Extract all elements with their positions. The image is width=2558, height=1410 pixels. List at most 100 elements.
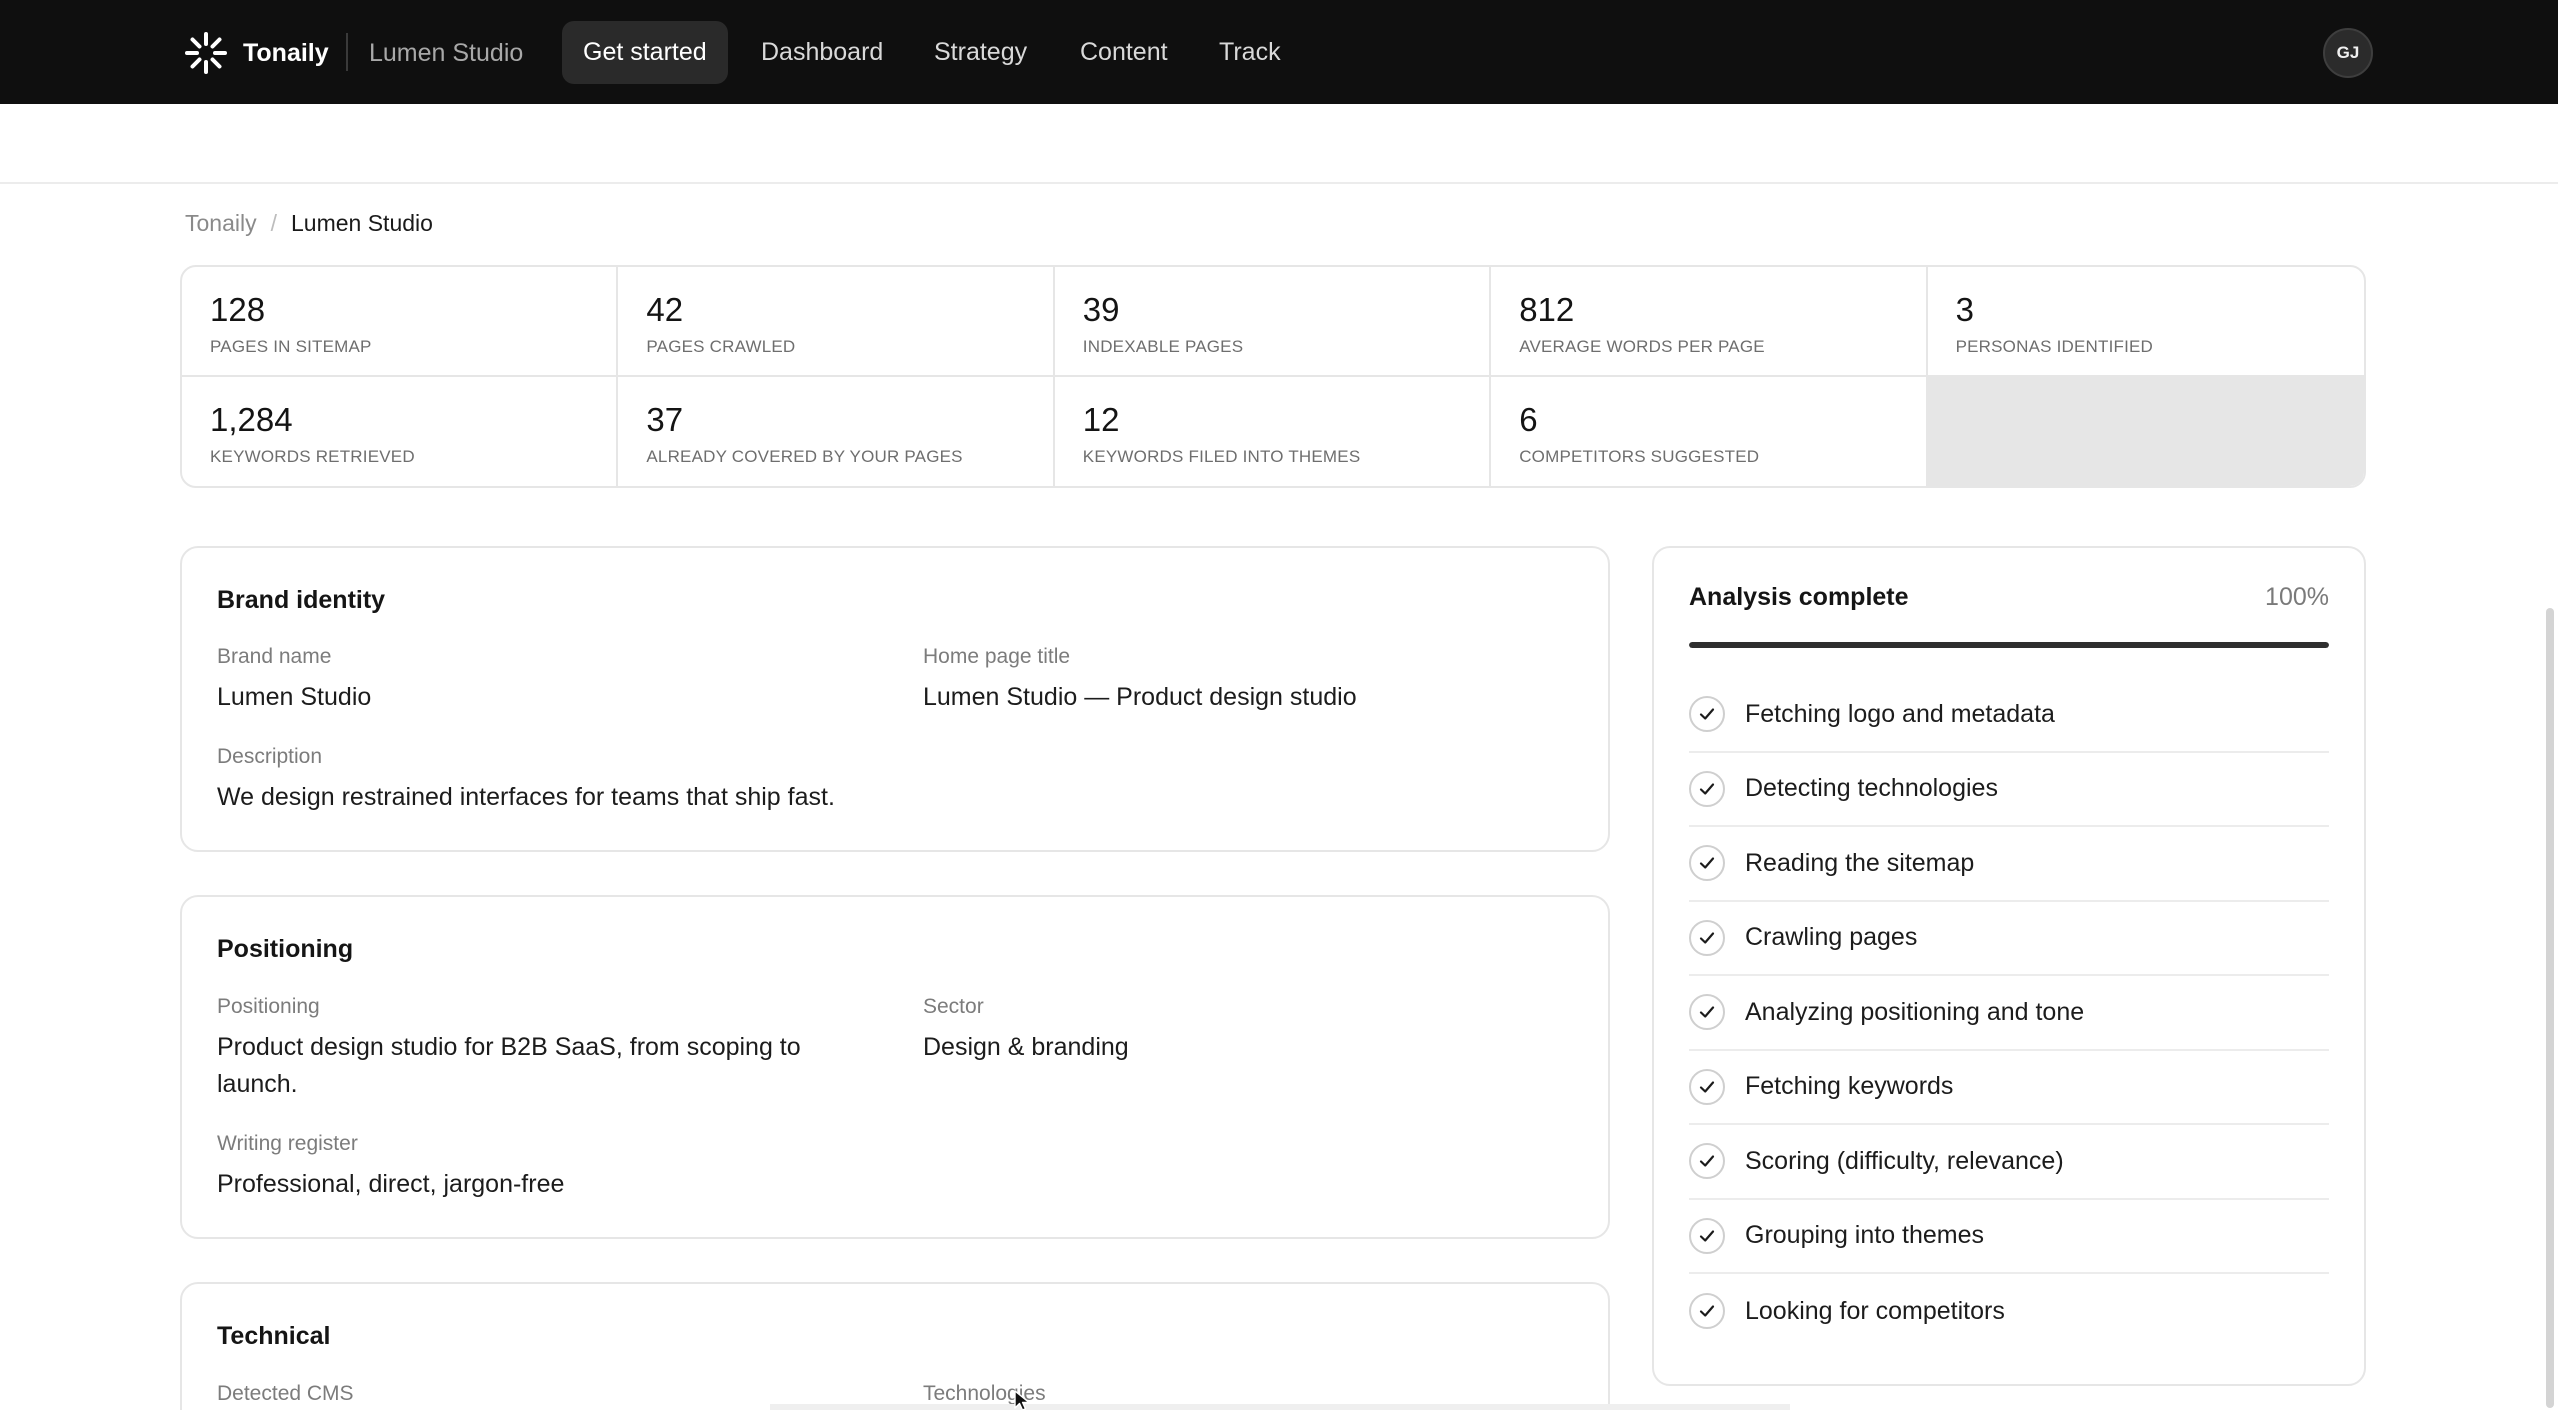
- nav-dashboard[interactable]: Dashboard: [740, 21, 904, 84]
- analysis-title: Analysis complete: [1689, 583, 1909, 611]
- list-item: Grouping into themes: [1689, 1200, 2329, 1274]
- stat-value: 12: [1082, 400, 1120, 438]
- list-item: Detecting technologies: [1689, 753, 2329, 827]
- check-icon: [1689, 770, 1725, 807]
- stat-keywords-into-themes: 12 KEYWORDS FILED INTO THEMES: [1055, 376, 1492, 486]
- sub-header-bar: [0, 104, 2558, 184]
- list-item: Fetching keywords: [1689, 1051, 2329, 1125]
- stat-value: 812: [1519, 291, 1575, 328]
- stat-value: 1,284: [210, 400, 293, 438]
- stat-personas-identified: 3 PERSONAS IDENTIFIED: [1927, 267, 2364, 377]
- card-title: Technical: [217, 1322, 331, 1350]
- stat-keywords-retrieved: 1,284 KEYWORDS RETRIEVED: [182, 376, 619, 486]
- stat-label: AVERAGE WORDS PER PAGE: [1519, 337, 1765, 356]
- stat-label: PERSONAS IDENTIFIED: [1955, 337, 2154, 356]
- step-label: Crawling pages: [1745, 923, 1918, 952]
- stat-value: 37: [646, 400, 684, 438]
- stat-label: INDEXABLE PAGES: [1082, 337, 1244, 356]
- sparkle-logo-icon[interactable]: [184, 31, 228, 75]
- stat-pages-crawled: 42 PAGES CRAWLED: [618, 267, 1055, 377]
- step-label: Looking for competitors: [1745, 1296, 2005, 1325]
- field-label: Home page title: [923, 645, 1071, 668]
- progress-bar: [1689, 642, 2329, 648]
- check-icon: [1689, 696, 1725, 733]
- project-switcher[interactable]: Lumen Studio: [369, 33, 523, 73]
- list-item: Analyzing positioning and tone: [1689, 976, 2329, 1051]
- writing-register-value: Professional, direct, jargon-free: [217, 1170, 565, 1198]
- positioning-value-line: Product design studio for B2B SaaS, from…: [217, 1033, 801, 1061]
- step-label: Fetching keywords: [1745, 1072, 1954, 1101]
- mouse-pointer-icon: [1014, 1390, 1030, 1410]
- breadcrumb: Tonaily / Lumen Studio: [185, 207, 433, 239]
- stat-label: PAGES CRAWLED: [646, 337, 796, 356]
- progress-bar-fill: [1689, 642, 2329, 648]
- stat-value: 128: [210, 291, 266, 328]
- field-label: Description: [217, 745, 323, 768]
- field-label: Sector: [923, 995, 984, 1018]
- positioning-card: Positioning Positioning Product design s…: [180, 895, 1610, 1239]
- analysis-progress-card: Analysis complete 100% Fetching logo and…: [1652, 546, 2366, 1386]
- stat-indexable-pages: 39 INDEXABLE PAGES: [1054, 267, 1492, 377]
- check-icon: [1689, 1217, 1725, 1254]
- breadcrumb-parent[interactable]: Tonaily: [185, 210, 257, 236]
- nav-track[interactable]: Track: [1198, 21, 1302, 84]
- analysis-percent: 100%: [2265, 583, 2329, 611]
- analysis-steps-list: Fetching logo and metadata Detecting tec…: [1689, 678, 2329, 1349]
- description-value: We design restrained interfaces for team…: [217, 783, 835, 811]
- stat-label: COMPETITORS SUGGESTED: [1519, 446, 1760, 466]
- field-label: Positioning: [217, 995, 320, 1018]
- positioning-value-line: launch.: [217, 1070, 298, 1098]
- list-item: Looking for competitors: [1689, 1274, 2329, 1349]
- stat-competitors-suggested: 6 COMPETITORS SUGGESTED: [1491, 376, 1928, 486]
- brand-identity-card: Brand identity Brand name Lumen Studio H…: [180, 546, 1610, 852]
- check-icon: [1689, 919, 1725, 956]
- step-label: Fetching logo and metadata: [1745, 699, 2055, 728]
- stat-value: 39: [1082, 291, 1120, 328]
- list-item: Crawling pages: [1689, 902, 2329, 976]
- bottom-toast-edge: [770, 1404, 1790, 1410]
- top-navigation-bar: Tonaily Lumen Studio Get started Dashboa…: [0, 0, 2558, 104]
- user-avatar[interactable]: GJ: [2323, 28, 2373, 78]
- brand-name-value: Lumen Studio: [217, 683, 372, 711]
- stat-average-words: 812 AVERAGE WORDS PER PAGE: [1491, 267, 1928, 377]
- check-icon: [1689, 1293, 1725, 1330]
- stat-value: 3: [1955, 291, 1974, 328]
- sector-value: Design & branding: [923, 1033, 1129, 1061]
- stat-label: KEYWORDS FILED INTO THEMES: [1082, 446, 1361, 466]
- stat-already-covered: 37 ALREADY COVERED BY YOUR PAGES: [618, 376, 1055, 486]
- nav-get-started[interactable]: Get started: [562, 21, 728, 84]
- step-label: Analyzing positioning and tone: [1745, 997, 2085, 1026]
- field-label: Writing register: [217, 1132, 358, 1155]
- nav-content[interactable]: Content: [1059, 21, 1189, 84]
- step-label: Scoring (difficulty, relevance): [1745, 1146, 2064, 1175]
- list-item: Fetching logo and metadata: [1689, 678, 2329, 753]
- check-icon: [1689, 1143, 1725, 1180]
- stat-pages-in-sitemap: 128 PAGES IN SITEMAP: [182, 267, 619, 377]
- stats-grid: 128 PAGES IN SITEMAP 42 PAGES CRAWLED 39…: [180, 265, 2366, 488]
- breadcrumb-current: Lumen Studio: [291, 210, 433, 236]
- step-label: Detecting technologies: [1745, 774, 1998, 803]
- check-icon: [1689, 845, 1725, 882]
- step-label: Reading the sitemap: [1745, 848, 1975, 877]
- stat-label: KEYWORDS RETRIEVED: [210, 446, 415, 466]
- home-title-value: Lumen Studio — Product design studio: [923, 683, 1357, 711]
- list-item: Scoring (difficulty, relevance): [1689, 1125, 2329, 1200]
- stat-label: PAGES IN SITEMAP: [210, 337, 372, 356]
- field-label: Brand name: [217, 645, 332, 668]
- field-label: Detected CMS: [217, 1382, 354, 1405]
- stat-label: ALREADY COVERED BY YOUR PAGES: [646, 446, 963, 466]
- nav-strategy[interactable]: Strategy: [913, 21, 1048, 84]
- check-icon: [1689, 1068, 1725, 1105]
- card-title: Brand identity: [217, 586, 386, 614]
- card-title: Positioning: [217, 935, 354, 963]
- brand-name[interactable]: Tonaily: [243, 33, 329, 73]
- technical-card: Technical Detected CMS Technologies: [180, 1282, 1610, 1410]
- stat-empty-cell: [1927, 376, 2364, 486]
- stat-value: 6: [1519, 400, 1538, 438]
- breadcrumb-separator: /: [270, 210, 277, 236]
- brand-divider: [346, 33, 348, 71]
- list-item: Reading the sitemap: [1689, 827, 2329, 902]
- check-icon: [1689, 994, 1725, 1031]
- stat-value: 42: [646, 291, 684, 328]
- page-scrollbar[interactable]: [2546, 608, 2554, 1408]
